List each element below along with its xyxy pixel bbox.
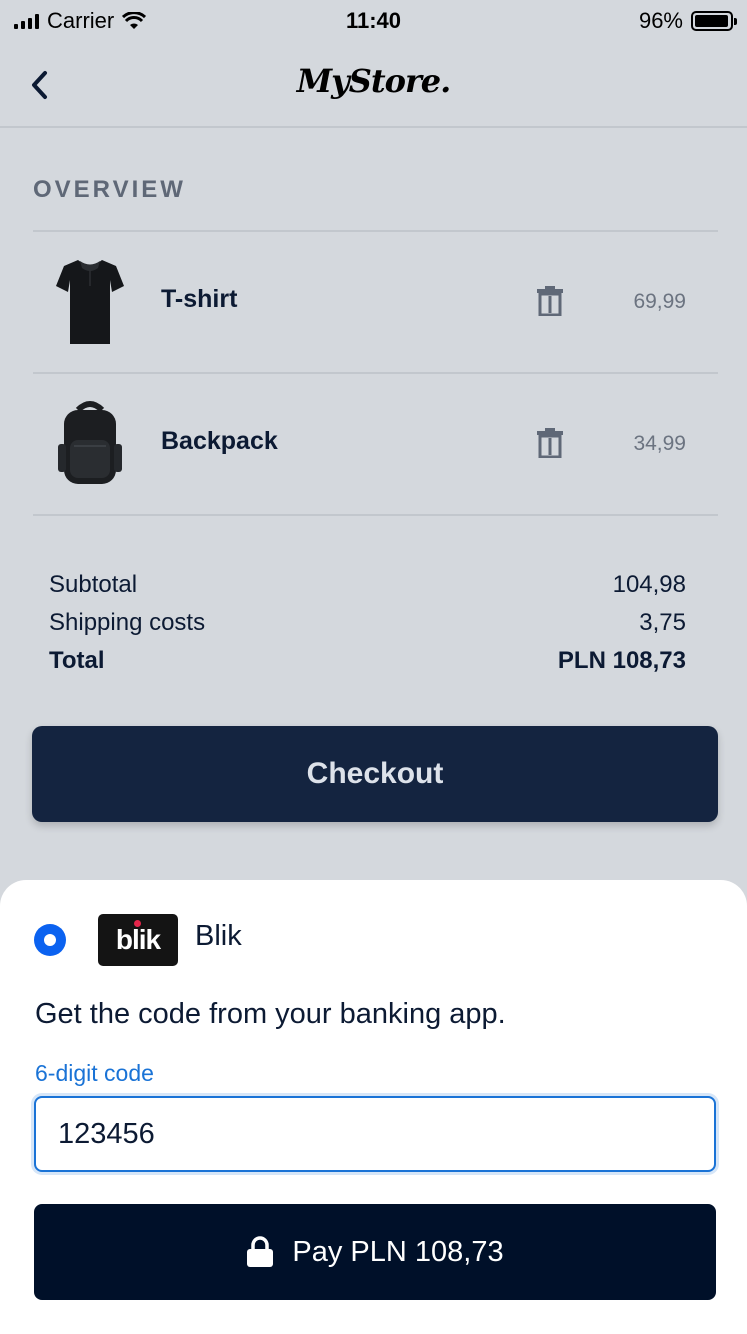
item-name: Backpack [161,427,278,455]
total-label: Total [49,647,105,674]
overview-title: OVERVIEW [33,176,186,203]
subtotal-label: Subtotal [49,571,138,598]
battery-percent: 96% [638,8,683,33]
nav-bar: MyStore. [0,42,747,128]
wifi-icon [122,12,147,29]
status-left: Carrier [14,8,254,34]
remove-item-button[interactable] [533,284,567,318]
remove-item-button[interactable] [533,426,567,460]
backpack-image [49,396,131,492]
code-input[interactable] [34,1096,716,1172]
checkout-button[interactable]: Checkout [32,726,718,822]
status-right: 96% [493,8,737,34]
status-bar: Carrier 11:40 96% [0,0,747,42]
cart-item: Backpack 34,99 [33,374,718,514]
tshirt-image [49,254,131,350]
pay-button[interactable]: Pay PLN 108,73 [34,1204,716,1300]
payment-instruction: Get the code from your banking app. [35,998,506,1030]
order-summary: Subtotal 104,98 Shipping costs 3,75 Tota… [49,566,686,680]
total-row: Total PLN 108,73 [49,642,686,680]
subtotal-value: 104,98 [612,571,686,598]
carrier-label: Carrier [47,8,115,33]
total-value: PLN 108,73 [557,647,686,674]
cart-item: T-shirt 69,99 [33,232,718,372]
status-time: 11:40 [345,8,402,33]
payment-method-radio[interactable] [34,924,66,956]
lock-icon [247,1236,274,1267]
shipping-value: 3,75 [639,609,686,636]
store-logo: MyStore. [296,62,452,100]
payment-sheet: bl ik Blik Get the code from your banking… [0,880,747,1334]
blik-logo: bl ik [98,914,178,966]
trash-icon [537,286,563,316]
shipping-row: Shipping costs 3,75 [49,604,686,642]
signal-icon [14,13,39,29]
pay-button-label: Pay PLN 108,73 [292,1235,504,1268]
subtotal-row: Subtotal 104,98 [49,566,686,604]
trash-icon [537,428,563,458]
item-price: 69,99 [633,290,686,313]
divider [33,514,718,516]
battery-fill [695,15,728,27]
shipping-label: Shipping costs [49,609,206,636]
radio-dot [44,934,56,946]
payment-method-label: Blik [195,920,242,952]
item-name: T-shirt [161,285,238,313]
blik-logo-text: bl ik [116,920,161,956]
battery-icon [691,11,737,31]
code-field-label: 6-digit code [35,1060,154,1086]
item-price: 34,99 [633,432,686,455]
